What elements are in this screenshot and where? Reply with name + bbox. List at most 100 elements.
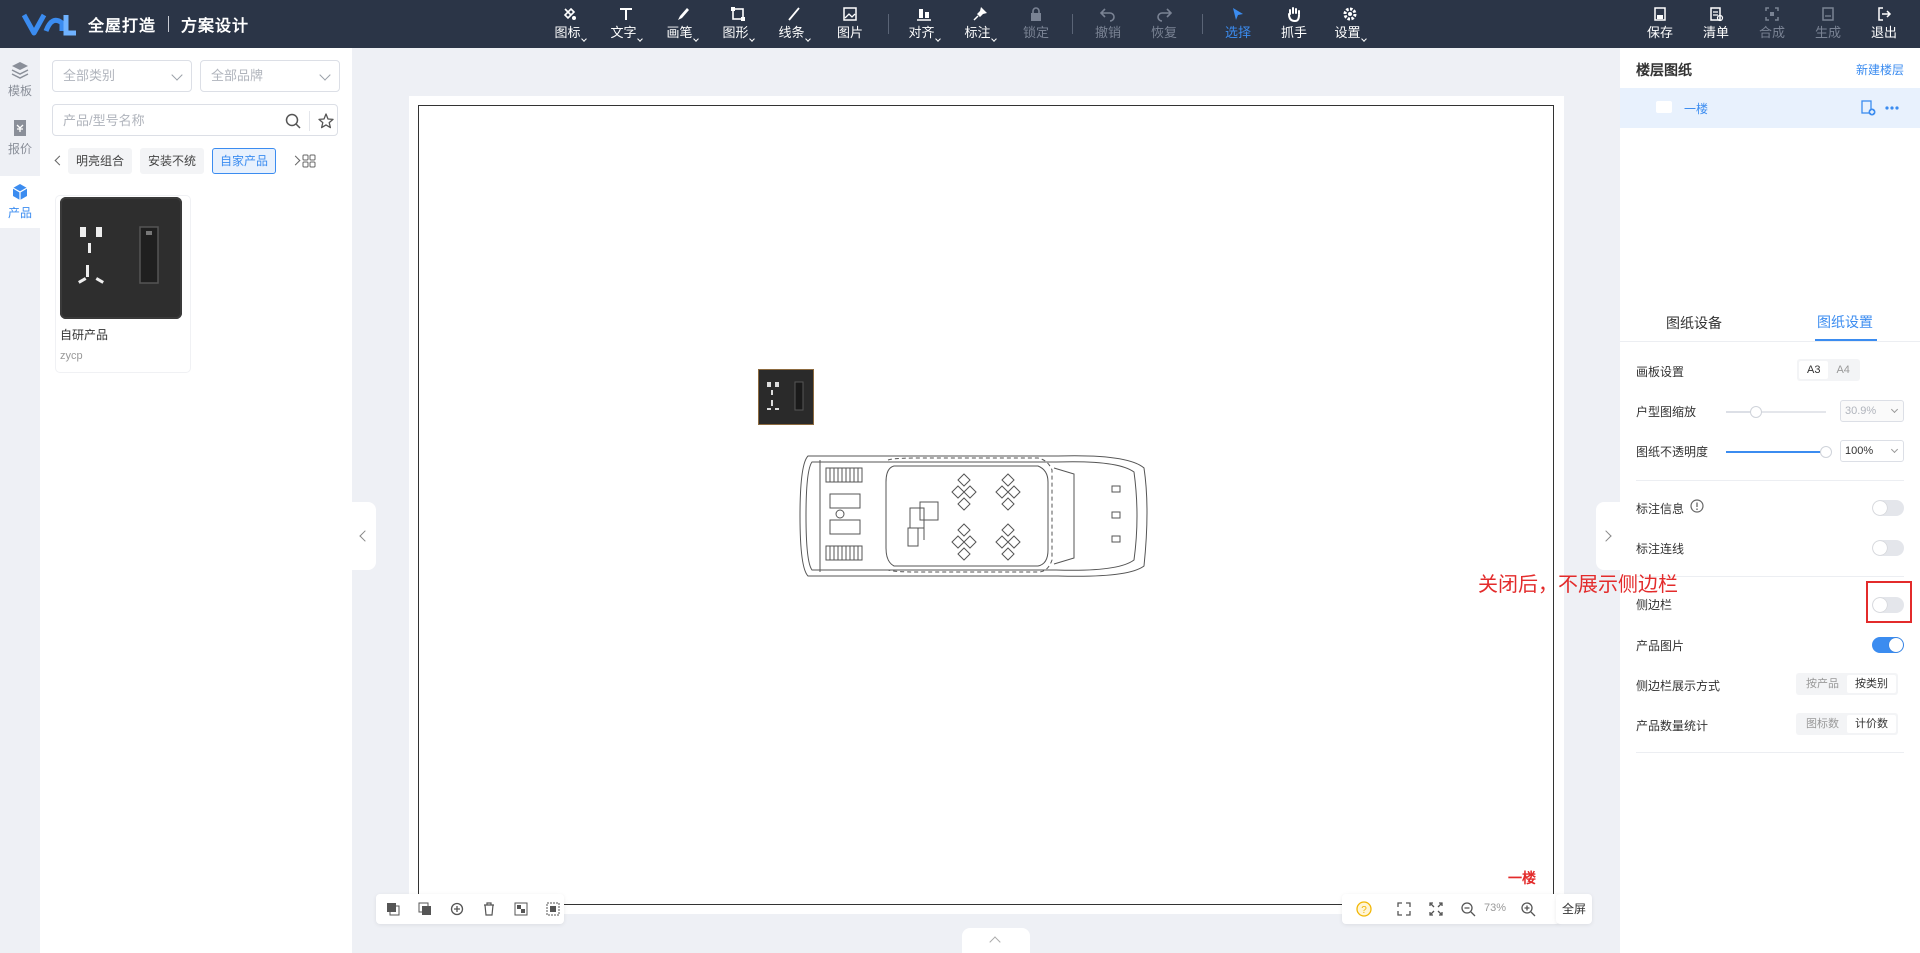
rail-label-quote: 报价 bbox=[7, 142, 32, 156]
search-icon[interactable] bbox=[284, 112, 302, 130]
add-drawing-icon[interactable] bbox=[1860, 100, 1876, 116]
exit-button[interactable]: 退出 bbox=[1860, 6, 1908, 44]
save-icon bbox=[1654, 7, 1666, 21]
new-floor-link[interactable]: 新建楼层 bbox=[1856, 61, 1904, 78]
tool-shape[interactable]: 图形 bbox=[714, 6, 762, 44]
info-icon[interactable] bbox=[1690, 499, 1704, 513]
opacity-slider[interactable] bbox=[1726, 444, 1832, 460]
placed-product[interactable] bbox=[758, 369, 814, 425]
tool-image[interactable]: 图片 bbox=[826, 6, 874, 44]
collapse-left-panel-button[interactable] bbox=[352, 502, 376, 570]
search-input[interactable] bbox=[53, 105, 273, 135]
tab-own-products[interactable]: 自家产品 bbox=[212, 148, 277, 174]
tool-icon[interactable]: 图标 bbox=[546, 6, 594, 44]
tool-mark[interactable]: 标注 bbox=[956, 6, 1004, 44]
tool-select[interactable]: 选择 bbox=[1214, 6, 1262, 44]
zoom-out-icon[interactable] bbox=[1460, 901, 1476, 917]
board-size-toggle: A3 A4 bbox=[1797, 359, 1860, 381]
opacity-select[interactable]: 100% bbox=[1840, 440, 1904, 462]
grid-view-icon[interactable] bbox=[302, 154, 316, 168]
vehicle-floorplan[interactable] bbox=[798, 448, 1150, 584]
quote-icon bbox=[14, 120, 26, 136]
ungroup-icon[interactable] bbox=[546, 902, 560, 916]
plan-scale-select[interactable]: 30.9% bbox=[1840, 400, 1904, 422]
send-back-icon[interactable] bbox=[418, 902, 432, 916]
compose-icon bbox=[1765, 7, 1779, 21]
mode-by-category-option[interactable]: 按类别 bbox=[1847, 675, 1896, 693]
compose-button[interactable]: 合成 bbox=[1748, 6, 1796, 44]
tool-brush[interactable]: 画笔 bbox=[658, 6, 706, 44]
brand-select[interactable]: 全部品牌 bbox=[200, 60, 340, 92]
floor-thumbnail bbox=[1656, 101, 1672, 113]
plan-scale-slider[interactable] bbox=[1726, 404, 1826, 420]
expand-icon[interactable] bbox=[1428, 901, 1444, 917]
category-select[interactable]: 全部类别 bbox=[52, 60, 192, 92]
tool-align[interactable]: 对齐 bbox=[900, 6, 948, 44]
tool-hand[interactable]: 抓手 bbox=[1270, 6, 1318, 44]
tab-install[interactable]: 安装不统 bbox=[140, 148, 205, 174]
rail-label-product: 产品 bbox=[7, 206, 32, 220]
rail-item-product[interactable]: 产品 bbox=[0, 176, 40, 228]
mark-info-toggle[interactable] bbox=[1872, 500, 1904, 516]
count-icons-option[interactable]: 图标数 bbox=[1798, 715, 1847, 733]
delete-icon[interactable] bbox=[482, 902, 496, 916]
brand: 全屋打造 方案设计 bbox=[22, 0, 249, 48]
tool-lock[interactable]: 锁定 bbox=[1012, 6, 1060, 44]
tab-drawing-settings[interactable]: 图纸设置 bbox=[1817, 312, 1873, 332]
tool-line-label: 线条 bbox=[778, 25, 809, 40]
list-icon bbox=[1710, 7, 1724, 22]
collapse-bottom-button[interactable] bbox=[962, 928, 1030, 953]
fullscreen-button[interactable]: 全屏 bbox=[1556, 894, 1592, 924]
list-button[interactable]: 清单 bbox=[1692, 6, 1740, 44]
generate-button[interactable]: 生成 bbox=[1804, 6, 1852, 44]
tool-text[interactable]: 文字 bbox=[602, 6, 650, 44]
save-button[interactable]: 保存 bbox=[1636, 6, 1684, 44]
count-priced-option[interactable]: 计价数 bbox=[1847, 715, 1896, 733]
compose-label: 合成 bbox=[1758, 25, 1785, 40]
tool-settings[interactable]: 设置 bbox=[1326, 6, 1374, 44]
mark-line-toggle[interactable] bbox=[1872, 540, 1904, 556]
plan-scale-value: 30.9% bbox=[1845, 405, 1877, 417]
tab-drawing-devices[interactable]: 图纸设备 bbox=[1666, 313, 1722, 333]
socket-icon bbox=[78, 226, 159, 284]
tool-shape-label: 图形 bbox=[722, 25, 753, 40]
star-icon[interactable] bbox=[317, 112, 335, 130]
mode-by-product-option[interactable]: 按产品 bbox=[1798, 675, 1847, 693]
brand-subtitle: 方案设计 bbox=[181, 18, 250, 35]
tool-undo[interactable]: 撤销 bbox=[1084, 6, 1132, 44]
slider-thumb[interactable] bbox=[1820, 446, 1832, 458]
tool-redo[interactable]: 恢复 bbox=[1140, 6, 1188, 44]
zoom-in-icon[interactable] bbox=[1520, 901, 1536, 917]
line-icon bbox=[788, 7, 800, 21]
layers-icon bbox=[11, 62, 29, 79]
tab-bright-combo[interactable]: 明亮组合 bbox=[68, 148, 133, 174]
chevron-down-icon bbox=[1890, 405, 1899, 414]
rail-item-template[interactable]: 模板 bbox=[0, 54, 40, 106]
tool-lock-label: 锁定 bbox=[1022, 25, 1049, 40]
tool-icon-label: 图标 bbox=[554, 25, 585, 40]
board-a4-option[interactable]: A4 bbox=[1828, 361, 1857, 379]
brand-name: 全屋打造 bbox=[88, 18, 157, 35]
logo-icon bbox=[22, 13, 76, 36]
more-icon[interactable] bbox=[1884, 100, 1900, 116]
chevron-down-icon bbox=[319, 69, 331, 81]
product-thumbnail bbox=[60, 197, 182, 319]
product-image-toggle[interactable] bbox=[1872, 637, 1904, 653]
tool-select-label: 选择 bbox=[1224, 25, 1251, 40]
bring-front-icon[interactable] bbox=[386, 902, 400, 916]
slider-thumb[interactable] bbox=[1750, 406, 1762, 418]
copy-icon[interactable] bbox=[450, 902, 464, 916]
tool-line[interactable]: 线条 bbox=[770, 6, 818, 44]
tool-redo-label: 恢复 bbox=[1150, 25, 1177, 40]
tabs-prev-icon[interactable] bbox=[52, 152, 66, 170]
board-a3-option[interactable]: A3 bbox=[1799, 361, 1829, 379]
annotation-highlight bbox=[1866, 581, 1912, 623]
group-icon[interactable] bbox=[514, 902, 528, 916]
opacity-value: 100% bbox=[1845, 445, 1874, 457]
floor-item[interactable]: 一楼 bbox=[1620, 88, 1920, 128]
cube-icon bbox=[12, 184, 28, 200]
fit-screen-icon[interactable] bbox=[1396, 901, 1412, 917]
rail-item-quote[interactable]: 报价 bbox=[0, 112, 40, 164]
collapse-right-panel-button[interactable] bbox=[1596, 502, 1620, 570]
help-icon[interactable]: ? bbox=[1356, 901, 1372, 917]
